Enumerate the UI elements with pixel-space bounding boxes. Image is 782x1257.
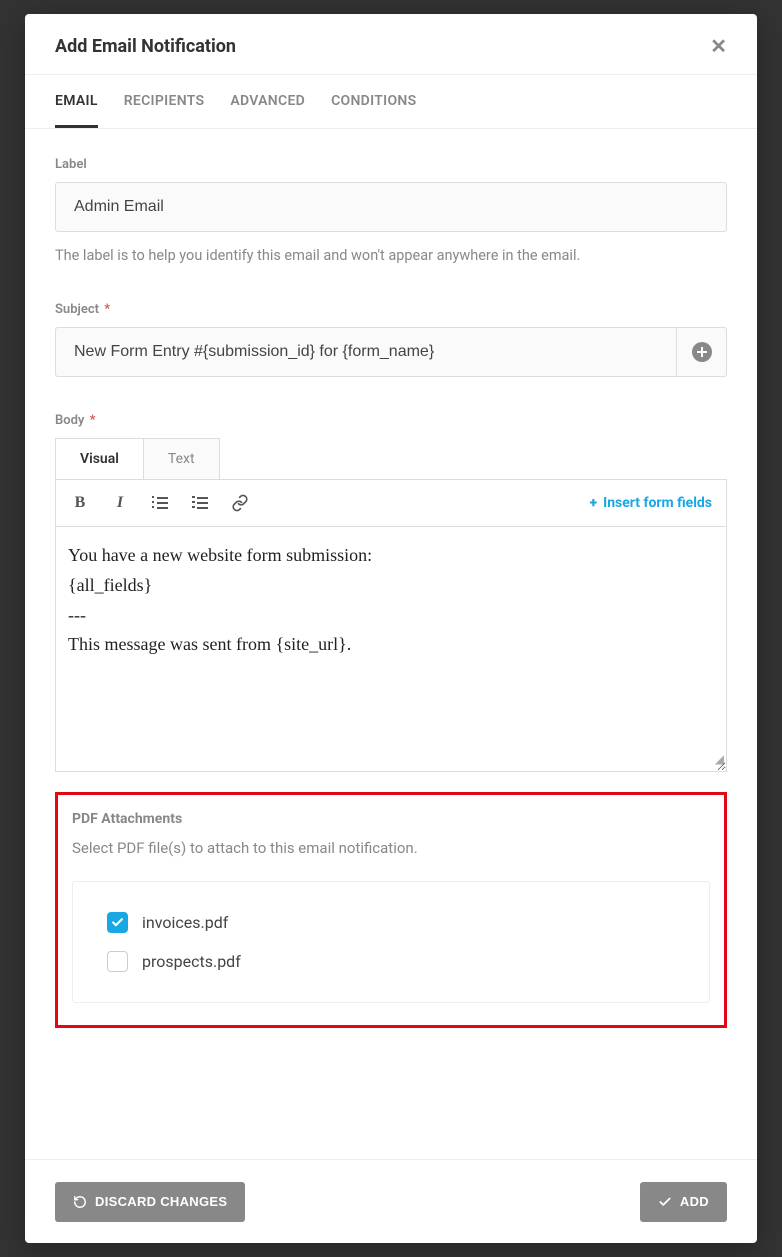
- italic-icon[interactable]: I: [110, 493, 130, 513]
- undo-icon: [73, 1195, 87, 1209]
- checkbox-invoices[interactable]: [107, 912, 128, 933]
- editor-toolbar: B I + Insert form fields: [55, 479, 727, 527]
- pdf-attachments-help: Select PDF file(s) to attach to this ema…: [72, 839, 710, 857]
- insert-form-fields-button[interactable]: + Insert form fields: [590, 495, 712, 511]
- tab-conditions[interactable]: CONDITIONS: [331, 93, 416, 128]
- pdf-attachments-title: PDF Attachments: [72, 811, 710, 827]
- discard-changes-button[interactable]: DISCARD CHANGES: [55, 1182, 245, 1222]
- insert-form-fields-label: Insert form fields: [603, 495, 712, 511]
- insert-variable-button[interactable]: [677, 327, 727, 377]
- list-item: prospects.pdf: [107, 951, 675, 972]
- body-line-2: {all_fields}: [68, 571, 714, 601]
- label-block: Label The label is to help you identify …: [55, 157, 727, 266]
- close-icon[interactable]: ✕: [710, 34, 727, 58]
- subject-block: Subject *: [55, 302, 727, 377]
- pdf-item-label: prospects.pdf: [142, 952, 241, 971]
- required-marker: *: [90, 413, 96, 428]
- subject-row: [55, 327, 727, 377]
- discard-changes-label: DISCARD CHANGES: [95, 1194, 227, 1209]
- link-icon[interactable]: [230, 493, 250, 513]
- editor-tabs: Visual Text: [55, 438, 220, 479]
- pdf-attachments-list: invoices.pdf prospects.pdf: [72, 881, 710, 1003]
- plus-icon: +: [590, 495, 597, 511]
- add-button-label: ADD: [680, 1194, 709, 1209]
- modal-title: Add Email Notification: [55, 36, 236, 57]
- add-button[interactable]: ADD: [640, 1182, 727, 1222]
- bold-icon[interactable]: B: [70, 493, 90, 513]
- resize-handle-icon: ◢: [715, 750, 724, 770]
- list-item: invoices.pdf: [107, 912, 675, 933]
- label-input[interactable]: [55, 182, 727, 232]
- check-icon: [658, 1195, 672, 1209]
- modal-header: Add Email Notification ✕: [25, 14, 757, 74]
- numbered-list-icon[interactable]: [190, 493, 210, 513]
- check-icon: [111, 916, 124, 929]
- editor-tab-text[interactable]: Text: [143, 439, 219, 479]
- subject-label-text: Subject: [55, 302, 99, 317]
- subject-input[interactable]: [55, 327, 677, 377]
- required-marker: *: [104, 302, 110, 317]
- tab-recipients[interactable]: RECIPIENTS: [124, 93, 205, 128]
- editor-tab-visual[interactable]: Visual: [56, 439, 143, 479]
- checkbox-prospects[interactable]: [107, 951, 128, 972]
- pdf-item-label: invoices.pdf: [142, 913, 228, 932]
- body-line-4: This message was sent from {site_url}.: [68, 630, 714, 660]
- label-help-text: The label is to help you identify this e…: [55, 246, 727, 266]
- tabs: EMAIL RECIPIENTS ADVANCED CONDITIONS: [25, 75, 757, 129]
- body-line-3: ---: [68, 601, 714, 631]
- modal-footer: DISCARD CHANGES ADD: [25, 1159, 757, 1243]
- content: Label The label is to help you identify …: [25, 129, 757, 1159]
- editor-body[interactable]: You have a new website form submission: …: [55, 527, 727, 772]
- subject-field-label: Subject *: [55, 302, 727, 317]
- modal-add-email-notification: Add Email Notification ✕ EMAIL RECIPIENT…: [25, 14, 757, 1243]
- bulleted-list-icon[interactable]: [150, 493, 170, 513]
- body-field-label: Body *: [55, 413, 727, 428]
- label-field-label: Label: [55, 157, 727, 172]
- body-line-1: You have a new website form submission:: [68, 541, 714, 571]
- body-block: Body * Visual Text B I +: [55, 413, 727, 772]
- tab-advanced[interactable]: ADVANCED: [230, 93, 305, 128]
- toolbar-left: B I: [70, 493, 250, 513]
- plus-circle-icon: [692, 342, 712, 362]
- pdf-attachments-section: PDF Attachments Select PDF file(s) to at…: [55, 792, 727, 1028]
- tab-email[interactable]: EMAIL: [55, 93, 98, 128]
- body-label-text: Body: [55, 413, 84, 428]
